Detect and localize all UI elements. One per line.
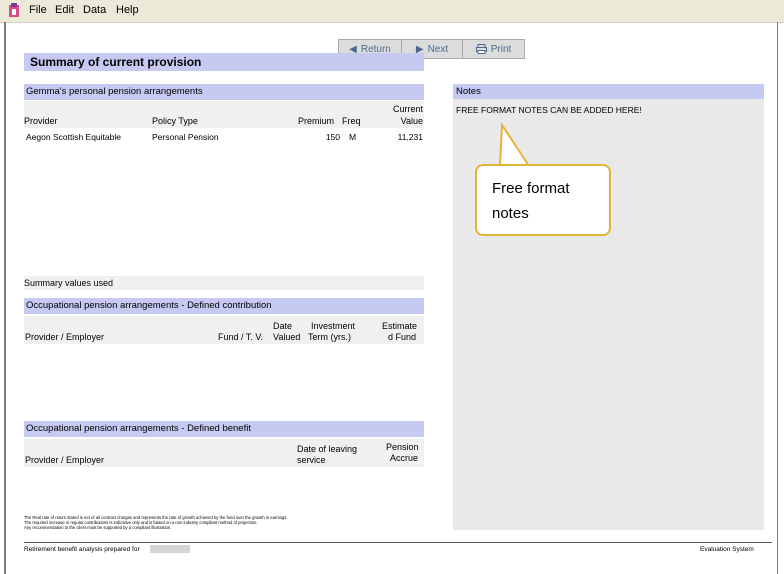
db-pension-header: Occupational pension arrangements - Defi… — [24, 421, 424, 437]
footer-prepared-for: Retirement benefit analysis prepared for — [24, 546, 140, 553]
callout-pointer — [498, 121, 531, 168]
printer-icon — [475, 44, 487, 54]
footer-divider — [24, 542, 772, 543]
footnote-line: Any recommendation to the client must be… — [24, 525, 172, 530]
dc-pension-header: Occupational pension arrangements - Defi… — [24, 298, 424, 314]
dc-col-provider: Provider / Employer — [25, 332, 105, 342]
app-icon — [9, 3, 19, 17]
dc-col-term-1: Investment — [311, 321, 356, 331]
dc-col-date-1: Date — [273, 321, 293, 331]
dc-col-date-2: Valued — [273, 332, 301, 342]
row-freq: M — [349, 132, 357, 142]
footnote: The Real rate of return stated is net of… — [24, 515, 404, 530]
db-col-provider: Provider / Employer — [25, 455, 105, 465]
dc-col-est-2: d Fund — [388, 332, 417, 342]
col-current-value-2: Value — [400, 116, 423, 126]
menu-file[interactable]: File — [29, 4, 47, 16]
col-premium: Premium — [298, 116, 335, 126]
db-col-pension-2: Accrue — [390, 453, 419, 463]
row-policy-type: Personal Pension — [152, 132, 219, 142]
footer-system-name: Evaluation System — [700, 546, 754, 553]
next-label: Next — [427, 43, 449, 55]
col-policy-type: Policy Type — [152, 116, 198, 126]
frame-border-right — [777, 22, 778, 574]
row-value: 11,231 — [397, 132, 423, 142]
personal-pension-header: Gemma's personal pension arrangements — [24, 84, 424, 100]
callout-text: Free format notes — [492, 180, 570, 222]
db-col-leaving-1: Date of leaving — [297, 444, 358, 454]
menu-help[interactable]: Help — [116, 4, 139, 16]
print-label: Print — [490, 43, 512, 55]
row-premium: 150 — [325, 132, 340, 142]
notes-header: Notes — [453, 84, 764, 99]
summary-values-label: Summary values used — [24, 278, 114, 288]
dc-col-fund: Fund / T. V. — [218, 332, 264, 342]
dc-col-term-2: Term (yrs.) — [308, 332, 351, 342]
redacted-name — [150, 545, 190, 553]
row-provider: Aegon Scottish Equitable — [26, 132, 121, 142]
personal-columns-header — [24, 101, 424, 128]
col-freq: Freq — [342, 116, 361, 126]
db-col-leaving-2: service — [297, 455, 326, 465]
notes-text[interactable]: FREE FORMAT NOTES CAN BE ADDED HERE! — [456, 105, 642, 115]
menu-data[interactable]: Data — [83, 4, 106, 16]
col-provider: Provider — [24, 116, 58, 126]
db-col-pension-1: Pension — [386, 442, 419, 452]
print-button[interactable]: Print — [463, 40, 524, 58]
dc-col-est-1: Estimate — [382, 321, 418, 331]
menu-edit[interactable]: Edit — [55, 4, 74, 16]
page-title: Summary of current provision — [30, 55, 202, 69]
frame-border-left — [4, 22, 6, 574]
col-current-value-1: Current — [392, 104, 423, 114]
